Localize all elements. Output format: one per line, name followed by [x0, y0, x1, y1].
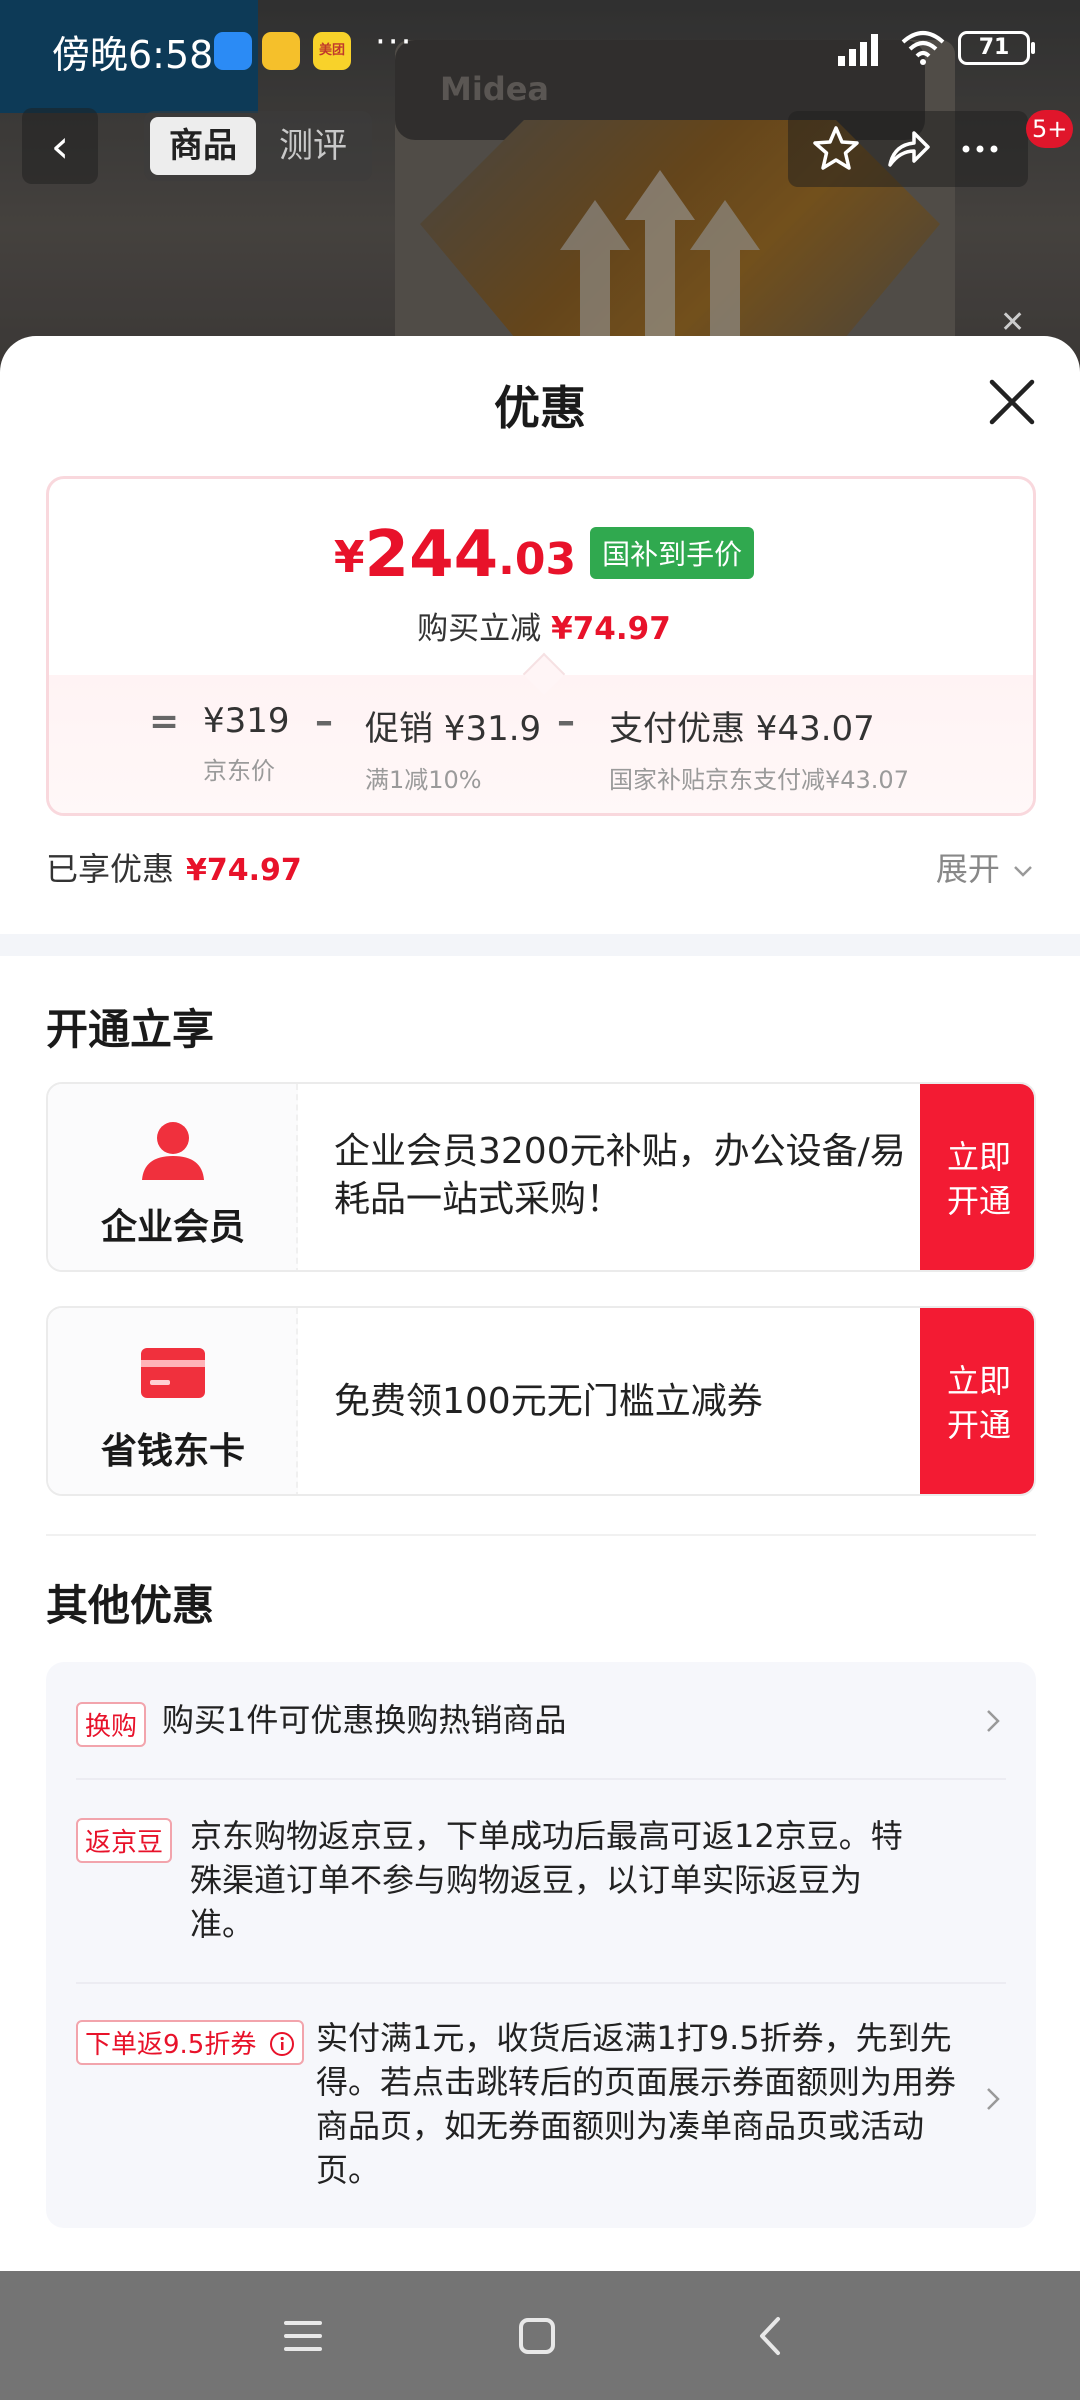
signal-icon: [838, 34, 878, 66]
favorite-star-icon[interactable]: [810, 123, 862, 175]
savings-card-left: 省钱东卡: [48, 1308, 298, 1494]
price-integer: 244: [364, 518, 499, 592]
expand-button[interactable]: 展开: [936, 844, 1036, 890]
savings-card-name: 省钱东卡: [100, 1431, 245, 1472]
notification-badge: 5+: [1026, 110, 1074, 148]
pay-discount-label: 国家补贴京东支付减¥43.07: [609, 766, 909, 794]
national-subsidy-tag: 国补到手价: [590, 527, 755, 579]
enjoyed-value: ¥74.97: [186, 853, 302, 888]
formula-pay-discount: 支付优惠 ¥43.07 国家补贴京东支付减¥43.07: [609, 701, 909, 795]
formula-minus-1: –: [315, 701, 333, 742]
promo-label: 满1减10%: [365, 766, 482, 794]
chevron-down-icon: [1014, 866, 1032, 877]
jd-price-label: 京东价: [203, 757, 275, 785]
coupon-return-text: 实付满1元，收货后返满1打9.5折券，先到先得。若点击跳转后的页面展示券面额则为…: [316, 2019, 957, 2189]
jd-price-value: ¥319: [203, 701, 290, 741]
jingdou-tag: 返京豆: [76, 1818, 173, 1863]
section-divider: [46, 1534, 1036, 1536]
status-time: 傍晚6:58: [52, 33, 214, 77]
coupon-return-item[interactable]: 下单返9.5折券 实付满1元，收货后返满1打9.5折券，先到先得。若点击跳转后的…: [76, 2016, 1006, 2196]
expand-label: 展开: [935, 850, 1000, 888]
jingdou-text: 京东购物返京豆，下单成功后最高可返12京豆。特殊渠道订单不参与购物返豆，以订单实…: [190, 1817, 903, 1943]
instant-discount-value: ¥74.97: [551, 611, 671, 647]
item-divider: [76, 1778, 1006, 1780]
more-notifications-icon: ···: [375, 22, 414, 62]
meituan-icon: 美团: [313, 32, 351, 70]
system-nav-bar: [0, 2271, 1080, 2400]
savings-card-desc: 免费领100元无门槛立减券: [334, 1381, 763, 1422]
coupon-return-tag: 下单返9.5折券: [76, 2020, 304, 2065]
menu-icon[interactable]: [278, 2311, 328, 2361]
weibo-icon: [262, 32, 300, 70]
enterprise-member-card[interactable]: 企业会员 企业会员3200元补贴，办公设备/易耗品一站式采购！ 立即开通: [46, 1082, 1036, 1272]
savings-card[interactable]: 省钱东卡 免费领100元无门槛立减券 立即开通: [46, 1306, 1036, 1496]
enjoyed-label: 已享优惠: [46, 850, 175, 888]
trade-in-text: 购买1件可优惠换购热销商品: [162, 1701, 567, 1739]
pay-discount-value: 支付优惠 ¥43.07: [609, 709, 875, 749]
price-formula: = ¥319 京东价 – 促销 ¥31.9 满1减10% – 支付优惠 ¥43.…: [49, 701, 1033, 811]
tab-review[interactable]: 测评: [260, 117, 366, 175]
price-currency: ¥: [333, 532, 365, 583]
price-decimal: .03: [498, 534, 577, 585]
status-indicators: 71: [836, 30, 1035, 66]
enjoyed-discount-row: 已享优惠 ¥74.97 展开: [46, 844, 1036, 894]
product-tabs: 商品 测评: [144, 111, 372, 181]
enterprise-member-name: 企业会员: [100, 1207, 245, 1248]
formula-minus-2: –: [557, 701, 575, 742]
promo-value: 促销 ¥31.9: [365, 709, 542, 749]
formula-promo: 促销 ¥31.9 满1减10%: [365, 701, 541, 795]
battery-indicator: 71: [958, 31, 1035, 65]
other-discounts-card: 换购 购买1件可优惠换购热销商品 返京豆 京东购物返京豆，下单成功后最高可返12…: [46, 1662, 1036, 2228]
trade-in-item[interactable]: 换购 购买1件可优惠换购热销商品: [76, 1698, 1006, 1758]
jingdou-item: 返京豆 京东购物返京豆，下单成功后最高可返12京豆。特殊渠道订单不参与购物返豆，…: [76, 1814, 1006, 1954]
formula-jd-price: ¥319 京东价: [203, 701, 290, 786]
coupon-return-tag-label: 下单返9.5折券: [85, 2030, 257, 2060]
status-bar: 傍晚6:58 美团 ··· 71: [0, 0, 1080, 113]
enterprise-member-desc: 企业会员3200元补贴，办公设备/易耗品一站式采购！: [334, 1131, 906, 1220]
person-icon: [142, 1122, 204, 1180]
card-icon: [141, 1348, 205, 1398]
more-icon[interactable]: [954, 123, 1006, 175]
share-icon[interactable]: [882, 123, 934, 175]
open-section-title: 开通立享: [46, 1005, 215, 1054]
instant-discount-row: 购买立减 ¥74.97: [49, 603, 1033, 648]
chevron-right-icon: [987, 1710, 1000, 1732]
chevron-right-icon: [987, 2088, 1000, 2110]
info-icon[interactable]: [269, 2031, 295, 2057]
back-nav-icon[interactable]: [746, 2311, 796, 2361]
app-notification-icon: [214, 32, 252, 70]
floating-close-icon[interactable]: ✕: [1000, 305, 1025, 340]
tab-product[interactable]: 商品: [150, 117, 256, 175]
open-enterprise-button[interactable]: 立即开通: [920, 1084, 1034, 1270]
sheet-title: 优惠: [494, 381, 586, 435]
product-top-nav: ‹ 商品 测评: [0, 108, 1080, 188]
final-price-row: ¥ 244 .03 国补到手价: [49, 523, 1033, 587]
back-button[interactable]: ‹: [22, 108, 98, 184]
enterprise-member-left: 企业会员: [48, 1084, 298, 1270]
open-savings-card-button[interactable]: 立即开通: [920, 1308, 1034, 1494]
price-breakdown-card: ¥ 244 .03 国补到手价 购买立减 ¥74.97 = ¥319 京东价 – …: [46, 476, 1036, 816]
trade-in-tag: 换购: [76, 1702, 147, 1747]
item-divider: [76, 1982, 1006, 1984]
instant-discount-label: 购买立减: [417, 611, 542, 647]
wifi-icon: [901, 31, 945, 65]
other-section-title: 其他优惠: [46, 1581, 215, 1630]
final-price: ¥ 244 .03: [334, 523, 576, 587]
close-icon[interactable]: [982, 372, 1042, 432]
formula-equals: =: [149, 701, 180, 742]
product-actions: [788, 111, 1028, 187]
home-icon[interactable]: [512, 2311, 562, 2361]
section-gap: [0, 934, 1080, 956]
discount-sheet: 优惠 ¥ 244 .03 国补到手价 购买立减 ¥74.97 = ¥319 京东价…: [0, 336, 1080, 2271]
